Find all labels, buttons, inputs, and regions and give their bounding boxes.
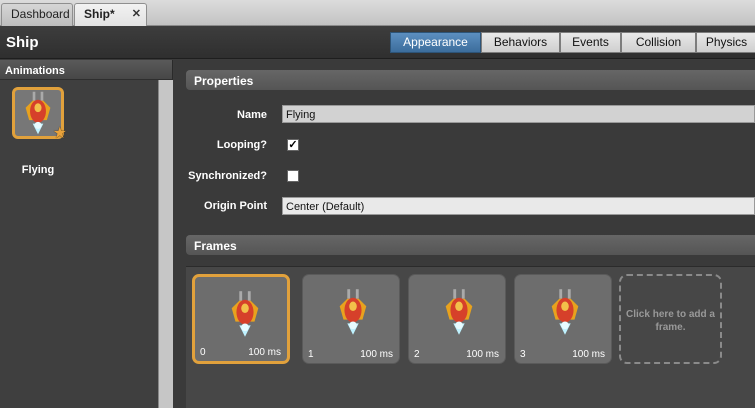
editor-header: Ship Appearance Behaviors Events Collisi… xyxy=(0,26,755,59)
synchronized-checkbox[interactable] xyxy=(287,170,299,182)
looping-label: Looping? xyxy=(216,139,267,151)
frame-index: 2 xyxy=(414,349,420,360)
tab-events[interactable]: Events xyxy=(560,32,621,53)
animations-list: ★ Flying xyxy=(0,80,158,408)
frame-tile[interactable]: 2 100 ms xyxy=(408,274,506,364)
close-icon[interactable]: ✕ xyxy=(132,4,141,25)
frames-strip: 0 100 ms 1 100 ms 2 100 ms 3 100 ms Clic… xyxy=(186,266,755,408)
name-label: Name xyxy=(237,109,267,121)
tab-behaviors[interactable]: Behaviors xyxy=(481,32,560,53)
animation-label: Flying xyxy=(21,164,55,176)
looping-checkbox[interactable]: ✓ xyxy=(287,139,299,151)
synchronized-label: Synchronized? xyxy=(188,170,267,182)
tab-physics[interactable]: Physics xyxy=(696,32,755,53)
ship-sprite-icon xyxy=(551,289,579,335)
tab-ship-label: Ship* xyxy=(84,7,115,21)
frames-header: Frames xyxy=(186,235,755,255)
frame-duration: 100 ms xyxy=(466,349,499,360)
document-tab-bar: Dashboard Ship* ✕ xyxy=(0,0,755,26)
frame-index: 0 xyxy=(200,347,206,358)
add-frame-button[interactable]: Click here to add a frame. xyxy=(619,274,722,364)
page-title: Ship xyxy=(6,34,39,51)
star-icon: ★ xyxy=(52,125,67,142)
frame-duration: 100 ms xyxy=(572,349,605,360)
frame-duration: 100 ms xyxy=(360,349,393,360)
name-field[interactable]: Flying xyxy=(282,105,755,123)
frame-tile[interactable]: 3 100 ms xyxy=(514,274,612,364)
ship-sprite-icon xyxy=(339,289,367,335)
animations-header: Animations xyxy=(0,60,172,80)
scrollbar[interactable] xyxy=(158,80,173,408)
origin-point-label: Origin Point xyxy=(204,200,267,212)
origin-point-select[interactable]: Center (Default) xyxy=(282,197,755,215)
frame-index: 3 xyxy=(520,349,526,360)
ship-sprite-icon xyxy=(231,291,259,337)
animation-editor: Properties Name Flying Looping? ✓ Synchr… xyxy=(174,60,755,408)
frame-index: 1 xyxy=(308,349,314,360)
frame-tile[interactable]: 1 100 ms xyxy=(302,274,400,364)
tab-dashboard[interactable]: Dashboard xyxy=(1,3,73,26)
frame-duration: 100 ms xyxy=(248,347,281,358)
animation-thumbnail[interactable]: ★ xyxy=(12,87,67,142)
tab-collision[interactable]: Collision xyxy=(621,32,696,53)
tab-ship[interactable]: Ship* ✕ xyxy=(74,3,147,26)
properties-header: Properties xyxy=(186,70,755,90)
ship-sprite-icon xyxy=(445,289,473,335)
tab-dashboard-label: Dashboard xyxy=(11,7,70,21)
tab-appearance[interactable]: Appearance xyxy=(390,32,481,53)
animations-panel: Animations ★ Flying xyxy=(0,60,173,408)
frame-tile[interactable]: 0 100 ms xyxy=(192,274,290,364)
